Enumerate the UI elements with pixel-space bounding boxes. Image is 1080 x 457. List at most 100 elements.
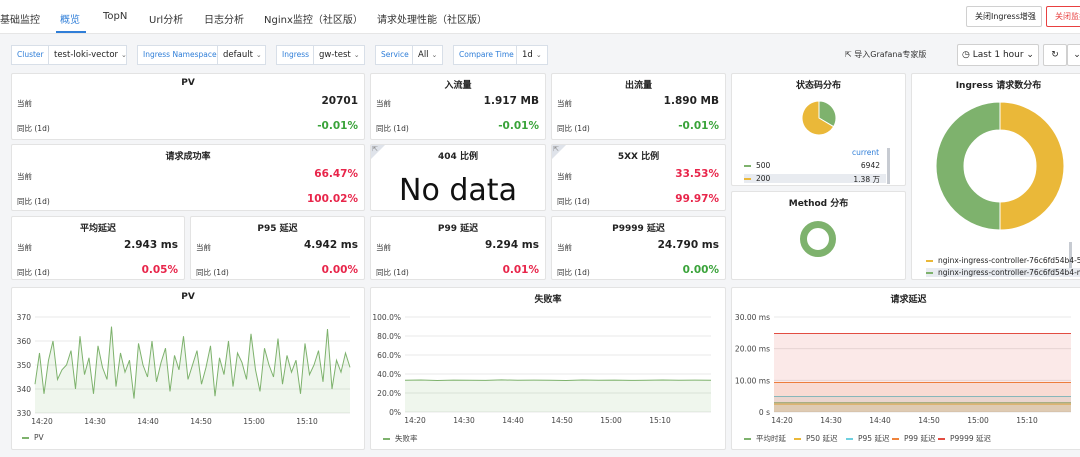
request-latency-chart[interactable]: 0 s 10.00 ms 20.00 ms 30.00 ms 14:20 14:30 14:… (732, 288, 1080, 450)
inflow-compare-value: -0.01% (498, 120, 539, 132)
panel-title: 状态码分布 (795, 81, 841, 91)
legend-value: 1.38 万 (853, 175, 880, 184)
legend-item-failure-rate[interactable]: 失败率 (383, 433, 418, 444)
legend-item-p95[interactable]: P95 延迟 (846, 433, 889, 444)
panel-title: P95 延迟 (257, 224, 298, 234)
y-tick-label: 100.0% (372, 313, 401, 322)
refresh-icon: ↻ (1051, 50, 1059, 60)
import-grafana-link[interactable]: ⇱ 导入Grafana专家版 (845, 49, 926, 60)
legend-swatch (744, 165, 751, 167)
y-tick-label: 370 (17, 313, 32, 322)
cluster-label: Cluster (11, 45, 50, 65)
pv-compare-value: -0.01% (317, 120, 358, 132)
service-select[interactable]: All ⌄ (412, 45, 443, 65)
tab-basic-monitor[interactable]: 基础监控 (0, 11, 40, 26)
close-monitor-button[interactable]: 关闭监控 (1046, 6, 1080, 27)
tab-url-analysis[interactable]: Url分析 (149, 11, 183, 26)
x-tick-label: 14:30 (820, 416, 842, 425)
current-label: 当前 (557, 172, 572, 181)
compare-label: 同比 (1d) (557, 268, 590, 277)
time-range-picker[interactable]: ◷ Last 1 hour ⌄ (957, 44, 1039, 66)
ratio-5xx-panel: ⇱ 5XX 比例 当前 33.53% 同比 (1d) 99.97% (551, 144, 726, 211)
chevron-down-icon: ⌄ (353, 51, 360, 59)
legend-swatch (938, 438, 945, 440)
p9999-compare-value: 0.00% (682, 264, 719, 276)
avg-latency-panel: 平均延迟 当前 2.943 ms 同比 (1d) 0.05% (11, 216, 185, 280)
legend-item-avg[interactable]: 平均时延 (744, 433, 786, 444)
cluster-select[interactable]: test-loki-vector ⌄ (48, 45, 127, 65)
legend-item-p50[interactable]: P50 延迟 (794, 433, 837, 444)
current-label: 当前 (17, 243, 32, 252)
pv-stat-panel: PV 当前 20701 同比 (1d) -0.01% (11, 73, 365, 140)
p95-latency-panel: P95 延迟 当前 4.942 ms 同比 (1d) 0.00% (190, 216, 365, 280)
series-area (774, 333, 1071, 412)
pv-line-chart[interactable]: 330 340 350 360 370 14:20 14:30 14:40 14:50 15:00… (12, 288, 365, 450)
x-tick-label: 14:40 (137, 417, 159, 426)
clock-icon: ◷ (962, 50, 973, 60)
legend-label: P95 延迟 (858, 434, 890, 443)
avg-current-value: 2.943 ms (123, 239, 178, 251)
legend-scrollbar[interactable] (887, 148, 890, 184)
legend-swatch (383, 438, 390, 440)
import-grafana-label: 导入Grafana专家版 (854, 50, 927, 59)
compare-time-value: 1d (522, 50, 533, 60)
ingress-value: gw-test (319, 50, 351, 60)
inflow-stat-panel: 入流量 当前 1.917 MB 同比 (1d) -0.01% (370, 73, 546, 140)
ingress-select[interactable]: gw-test ⌄ (313, 45, 365, 65)
namespace-select[interactable]: default ⌄ (217, 45, 266, 65)
y-tick-label: 30.00 ms (735, 313, 770, 322)
legend-item-p99[interactable]: P99 延迟 (892, 433, 935, 444)
p95-compare-value: 0.00% (321, 264, 358, 276)
compare-label: 同比 (1d) (557, 197, 590, 206)
time-range-value: Last 1 hour (972, 50, 1024, 60)
ingress-donut (935, 101, 1065, 231)
x-tick-label: 14:20 (31, 417, 53, 426)
p9999-latency-panel: P9999 延迟 当前 24.790 ms 同比 (1d) 0.00% (551, 216, 726, 280)
tab-overview[interactable]: 概览 (60, 11, 80, 26)
failure-rate-line-chart[interactable]: 0% 20.0% 40.0% 60.0% 80.0% 100.0% 14:20 14:30 14… (371, 288, 726, 450)
p95-current-value: 4.942 ms (303, 239, 358, 251)
x-tick-label: 14:30 (453, 416, 475, 425)
panel-title: PV (181, 78, 195, 88)
pie-slice (935, 101, 1001, 231)
refresh-interval-dropdown[interactable]: ⌄ (1067, 44, 1080, 66)
x-tick-label: 15:00 (600, 416, 622, 425)
success-current-value: 66.47% (314, 168, 358, 180)
x-tick-label: 15:10 (649, 416, 671, 425)
tab-request-perf[interactable]: 请求处理性能（社区版） (377, 11, 487, 26)
tab-topn[interactable]: TopN (103, 11, 127, 22)
close-ingress-enhance-button[interactable]: 关闭Ingress增强 (966, 6, 1042, 27)
legend-label: P9999 延迟 (950, 434, 991, 443)
r5xx-current-value: 33.53% (675, 168, 719, 180)
p9999-current-value: 24.790 ms (657, 239, 719, 251)
tab-nginx-monitor[interactable]: Nginx监控（社区版） (264, 11, 363, 26)
chevron-down-icon: ⌄ (1073, 50, 1080, 60)
tab-log-analysis[interactable]: 日志分析 (204, 11, 244, 26)
chevron-down-icon: ⌄ (121, 51, 127, 59)
x-tick-label: 15:00 (967, 416, 989, 425)
x-tick-label: 14:20 (404, 416, 426, 425)
y-tick-label: 20.00 ms (735, 345, 770, 354)
outflow-current-value: 1.890 MB (663, 95, 719, 107)
y-tick-label: 340 (17, 385, 32, 394)
x-tick-label: 14:20 (771, 416, 793, 425)
success-rate-panel: 请求成功率 当前 66.47% 同比 (1d) 100.02% (11, 144, 365, 211)
y-tick-label: 40.0% (377, 370, 401, 379)
legend-item-pv[interactable]: PV (22, 433, 44, 442)
current-label: 当前 (557, 243, 572, 252)
current-label: 当前 (557, 99, 572, 108)
ratio-404-panel: ⇱ 404 比例 No data (370, 144, 546, 211)
compare-label: 同比 (1d) (196, 268, 229, 277)
refresh-button[interactable]: ↻ (1043, 44, 1067, 66)
y-tick-label: 350 (17, 361, 32, 370)
current-label: 当前 (17, 99, 32, 108)
y-tick-label: 20.0% (377, 389, 401, 398)
r5xx-compare-value: 99.97% (675, 193, 719, 205)
y-tick-label: 80.0% (377, 332, 401, 341)
panel-title: 出流量 (624, 81, 652, 91)
x-tick-label: 15:00 (243, 417, 265, 426)
compare-time-select[interactable]: 1d ⌄ (516, 45, 548, 65)
x-tick-label: 14:40 (869, 416, 891, 425)
x-tick-label: 14:50 (918, 416, 940, 425)
legend-item-p9999[interactable]: P9999 延迟 (938, 433, 991, 444)
